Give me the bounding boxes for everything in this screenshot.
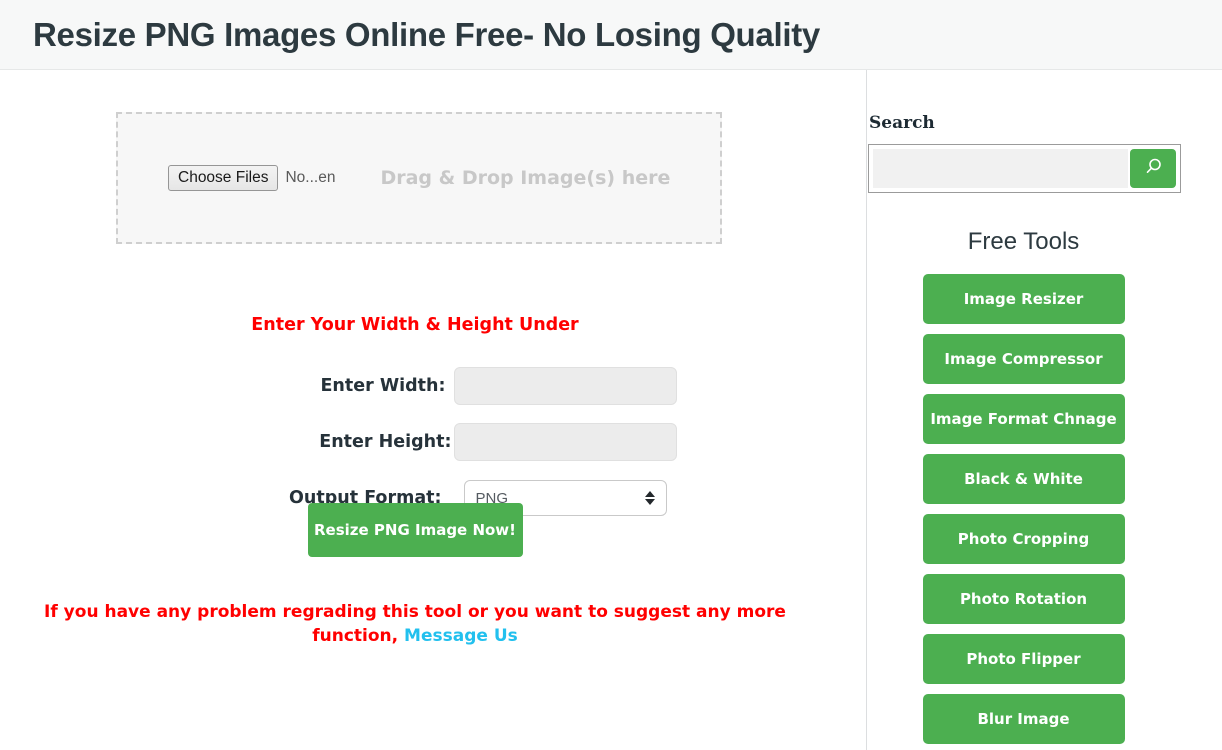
form-heading: Enter Your Width & Height Under [251,315,579,335]
resize-submit-button[interactable]: Resize PNG Image Now! [307,503,523,557]
height-label: Enter Height: [319,432,452,452]
free-tools-title: Free Tools [967,228,1080,255]
tool-button-photo-flipper[interactable]: Photo Flipper [922,634,1125,684]
file-dropzone[interactable]: Choose Files No...en Drag & Drop Image(s… [116,112,722,244]
tool-button-image-format-change[interactable]: Image Format Chnage [922,394,1125,444]
tool-button-photo-rotation[interactable]: Photo Rotation [922,574,1125,624]
free-tools-list: Image Resizer Image Compressor Image For… [867,274,1180,744]
sidebar-inner: Search Free Tools Image Resizer Image Co… [867,70,1222,750]
search-input[interactable] [873,149,1128,188]
page-layout: Choose Files No...en Drag & Drop Image(s… [0,70,1222,750]
search-submit-button[interactable] [1130,149,1176,188]
submit-row: Resize PNG Image Now! [0,503,830,557]
width-row: Enter Width: [0,358,830,414]
search-icon [1143,157,1163,180]
width-label: Enter Width: [320,376,446,396]
dropzone-inner: Choose Files No...en Drag & Drop Image(s… [118,164,671,192]
tool-button-blur-image[interactable]: Blur Image [922,694,1125,744]
tool-button-photo-cropping[interactable]: Photo Cropping [922,514,1125,564]
page-header: Resize PNG Images Online Free- No Losing… [0,0,1222,70]
tool-button-image-compressor[interactable]: Image Compressor [922,334,1125,384]
sidebar: Search Free Tools Image Resizer Image Co… [866,70,1222,750]
tool-button-black-and-white[interactable]: Black & White [922,454,1125,504]
page-title: Resize PNG Images Online Free- No Losing… [33,15,820,53]
tool-button-image-resizer[interactable]: Image Resizer [922,274,1125,324]
main-content: Choose Files No...en Drag & Drop Image(s… [0,70,866,750]
message-us-link[interactable]: Message Us [404,626,518,646]
support-note: If you have any problem regrading this t… [0,600,830,648]
choose-files-button[interactable]: Choose Files [168,164,279,192]
width-input[interactable] [453,367,677,405]
height-input[interactable] [453,423,677,461]
search-label: Search [869,113,935,133]
resize-form: Enter Width: Enter Height: Output Format… [0,358,830,526]
drag-drop-hint: Drag & Drop Image(s) here [380,167,671,189]
search-box [868,144,1181,193]
selected-file-text: No...en [285,169,336,186]
height-row: Enter Height: [0,414,830,470]
